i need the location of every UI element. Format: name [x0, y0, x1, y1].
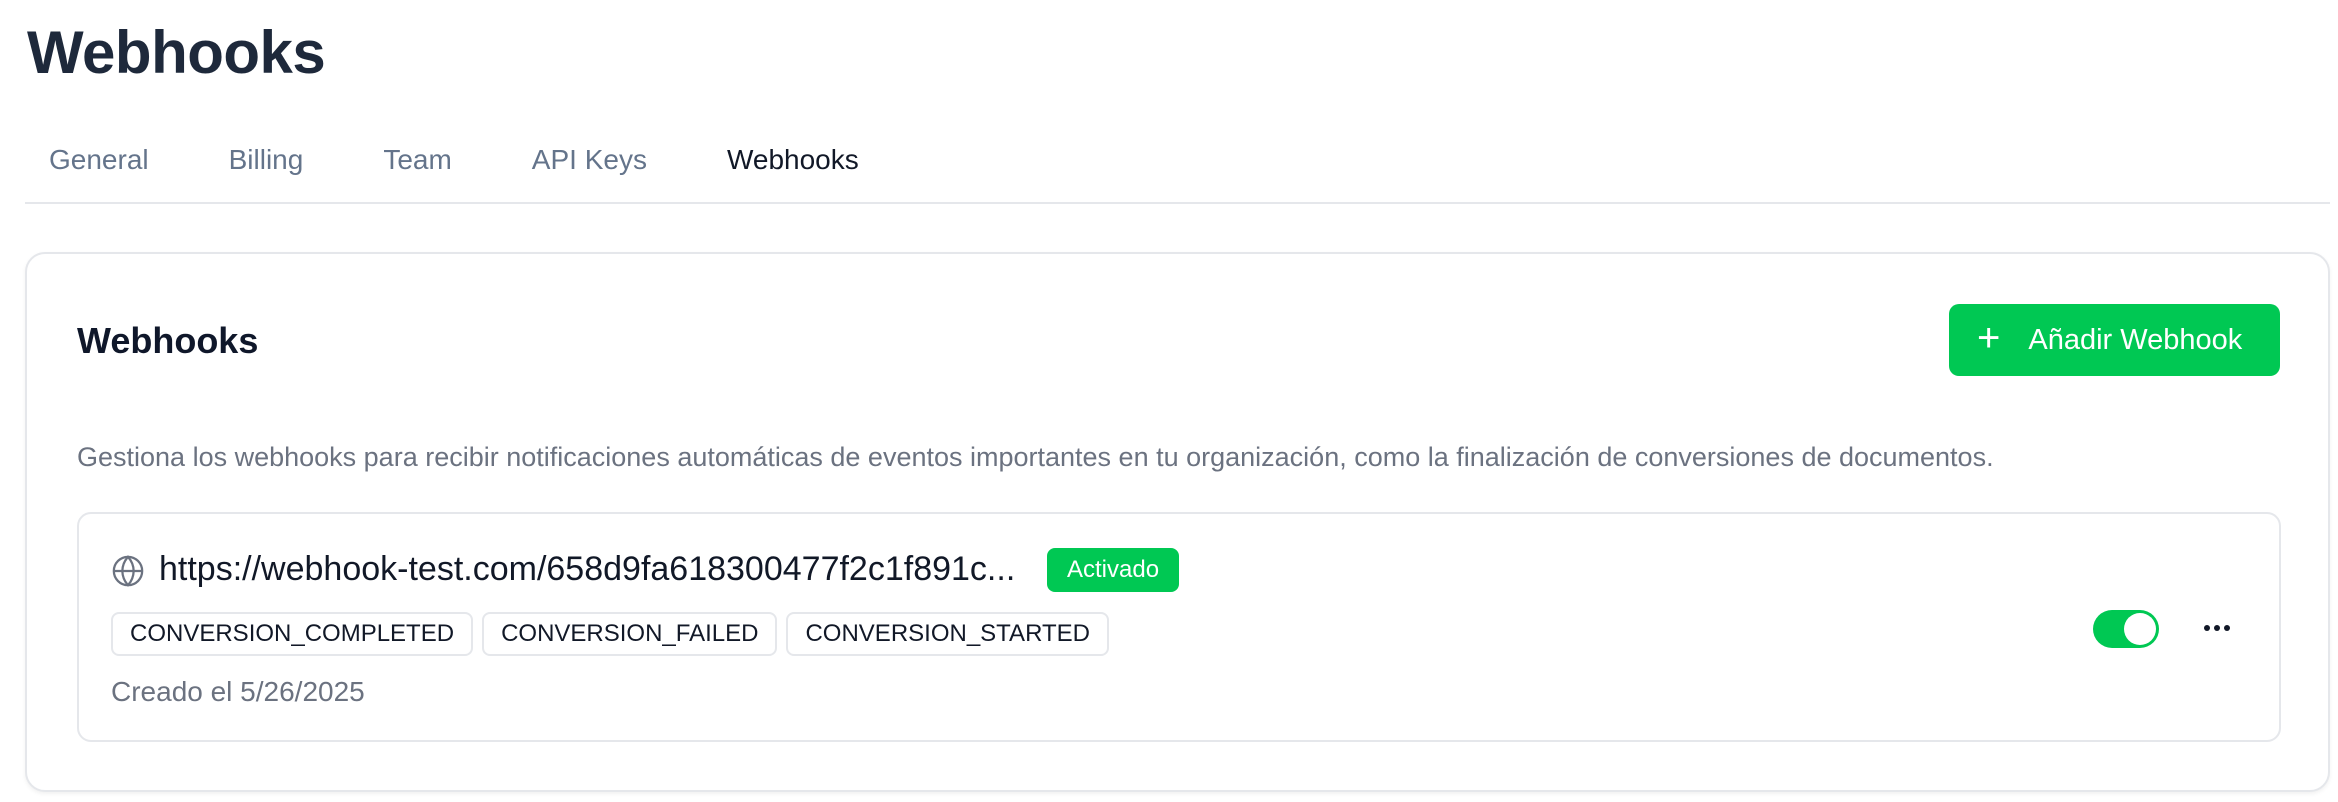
add-webhook-label: Añadir Webhook — [2028, 323, 2243, 356]
event-tags: CONVERSION_COMPLETED CONVERSION_FAILED C… — [111, 612, 1109, 656]
tab-api-keys[interactable]: API Keys — [508, 130, 671, 202]
page-title: Webhooks — [27, 19, 326, 86]
webhook-url: https://webhook-test.com/658d9fa61830047… — [159, 550, 1016, 588]
globe-icon — [112, 555, 144, 587]
tab-webhooks[interactable]: Webhooks — [703, 130, 883, 202]
add-webhook-button[interactable]: + Añadir Webhook — [1949, 304, 2280, 376]
menu-dot — [2204, 625, 2210, 631]
event-tag-conversion-failed: CONVERSION_FAILED — [482, 612, 778, 656]
event-tag-conversion-completed: CONVERSION_COMPLETED — [111, 612, 474, 656]
more-horizontal-icon[interactable] — [2195, 608, 2239, 648]
webhook-item: https://webhook-test.com/658d9fa61830047… — [77, 512, 2281, 742]
menu-dot — [2214, 625, 2220, 631]
status-badge: Activado — [1047, 548, 1180, 592]
webhook-enabled-toggle[interactable] — [2093, 610, 2159, 648]
tab-billing[interactable]: Billing — [205, 130, 328, 202]
menu-dot — [2224, 625, 2230, 631]
created-date: Creado el 5/26/2025 — [111, 676, 365, 707]
card-description: Gestiona los webhooks para recibir notif… — [77, 442, 1994, 472]
settings-tabs: General Billing Team API Keys Webhooks — [25, 130, 2330, 204]
plus-icon: + — [1977, 316, 2001, 360]
tab-team[interactable]: Team — [359, 130, 475, 202]
card-title: Webhooks — [77, 320, 259, 361]
tab-general[interactable]: General — [25, 130, 173, 202]
webhooks-card: Webhooks + Añadir Webhook Gestiona los w… — [25, 252, 2330, 792]
toggle-knob — [2124, 613, 2156, 645]
event-tag-conversion-started: CONVERSION_STARTED — [786, 612, 1109, 656]
